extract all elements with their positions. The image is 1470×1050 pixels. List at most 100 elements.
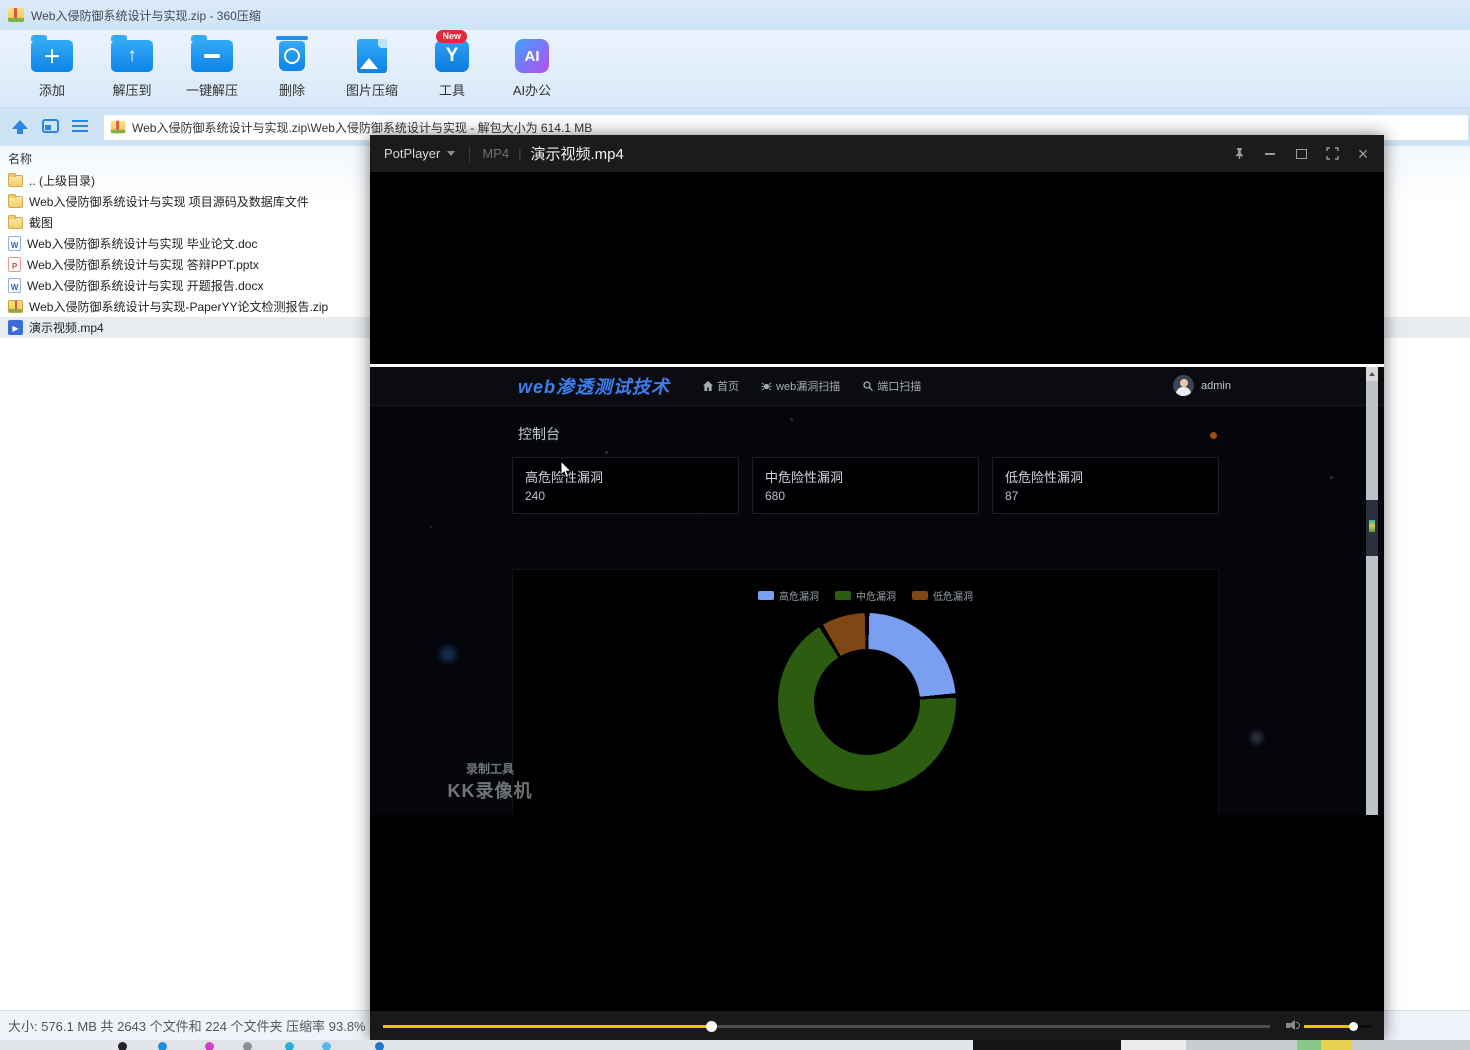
- divider: |: [518, 146, 522, 161]
- legend-item-high[interactable]: 高危漏洞: [758, 588, 819, 603]
- taskbar-icon: [243, 1042, 252, 1050]
- ppt-icon: [8, 257, 21, 272]
- fullscreen-button[interactable]: [1321, 143, 1343, 165]
- add-button[interactable]: 添加: [12, 30, 92, 107]
- zip-archive-icon: [8, 8, 24, 22]
- fullscreen-icon: [1325, 147, 1339, 160]
- webpage-scrollbar[interactable]: [1366, 367, 1378, 815]
- legend-swatch: [835, 591, 851, 600]
- ai-office-button[interactable]: AI办公: [492, 30, 572, 107]
- volume-thumb[interactable]: [1348, 1021, 1358, 1031]
- ambient-dot: [1250, 731, 1263, 744]
- close-button[interactable]: [1352, 143, 1374, 165]
- ambient-dot: [430, 526, 432, 528]
- seek-thumb[interactable]: [706, 1020, 718, 1032]
- ai-icon: [515, 39, 549, 73]
- folder-icon: [8, 172, 23, 187]
- pin-button[interactable]: [1228, 143, 1250, 165]
- scrollbar-thumb[interactable]: [1366, 500, 1378, 556]
- minimize-icon: [1265, 152, 1275, 155]
- trash-icon: [276, 36, 308, 71]
- status-text: 大小: 576.1 MB 共 2643 个文件和 224 个文件夹 压缩率 93…: [8, 1019, 396, 1034]
- ambient-dot: [1330, 476, 1333, 479]
- pin-icon: [1235, 148, 1243, 159]
- nav-item-web-vuln-scan[interactable]: web漏洞扫描: [761, 378, 840, 394]
- vulnerability-chart-panel: 高危漏洞 中危漏洞 低危漏洞: [512, 569, 1219, 815]
- donut-chart[interactable]: [778, 613, 956, 791]
- folder-up-icon: [111, 35, 153, 72]
- maximize-button[interactable]: [1290, 143, 1312, 165]
- up-directory-button[interactable]: [12, 119, 30, 135]
- format-badge: MP4: [482, 146, 510, 161]
- card-value: 680: [765, 489, 786, 503]
- image-document-icon: [357, 39, 387, 73]
- dashboard: 控制台 高危险性漏洞 240 中危险性漏洞 680 低危险性漏洞 87 高危漏洞…: [370, 406, 1384, 815]
- player-menu-button[interactable]: PotPlayer: [384, 146, 440, 161]
- one-click-extract-button[interactable]: 一键解压: [172, 30, 252, 107]
- seek-bar[interactable]: [383, 1020, 1270, 1032]
- nav-item-port-scan[interactable]: 端口扫描: [862, 378, 921, 394]
- home-icon: [702, 381, 713, 392]
- delete-button[interactable]: 删除: [252, 30, 332, 107]
- card-mid-risk: 中危险性漏洞 680: [752, 457, 979, 514]
- minimize-button[interactable]: [1259, 143, 1281, 165]
- mp4-file-icon: [8, 320, 23, 335]
- media-title: 演示视频.mp4: [530, 146, 624, 163]
- ambient-dot: [1210, 432, 1217, 439]
- scroll-up-button[interactable]: [1366, 367, 1378, 381]
- search-icon: [862, 381, 873, 392]
- chevron-down-icon: [447, 151, 456, 156]
- word-doc-icon: [8, 236, 21, 251]
- mouse-cursor: [560, 459, 574, 485]
- pane-icon: [42, 119, 59, 133]
- user-menu[interactable]: admin: [1173, 375, 1231, 396]
- volume-icon[interactable]: [1286, 1019, 1300, 1032]
- card-high-risk: 高危险性漏洞 240: [512, 457, 739, 514]
- column-header-name[interactable]: 名称: [8, 150, 32, 167]
- legend-item-low[interactable]: 低危漏洞: [912, 588, 973, 603]
- folder-extract-icon: [191, 35, 233, 72]
- zip-file-icon: [8, 300, 23, 313]
- ambient-dot: [605, 451, 608, 454]
- ambient-dot: [440, 646, 456, 662]
- chart-legend: 高危漏洞 中危漏洞 低危漏洞: [513, 588, 1218, 603]
- divider: [469, 145, 471, 162]
- folder-icon: [8, 193, 23, 208]
- legend-item-mid[interactable]: 中危漏洞: [835, 588, 896, 603]
- player-titlebar[interactable]: PotPlayer MP4 | 演示视频.mp4: [370, 135, 1384, 172]
- taskbar-icon: [375, 1042, 384, 1050]
- new-badge: New: [436, 30, 467, 43]
- card-low-risk: 低危险性漏洞 87: [992, 457, 1219, 514]
- image-compress-button[interactable]: 图片压缩: [332, 30, 412, 107]
- taskbar-icon: [205, 1042, 214, 1050]
- taskbar-icon: [285, 1042, 294, 1050]
- player-window-controls: [1228, 135, 1374, 172]
- taskbar-segment: [1121, 1040, 1186, 1050]
- video-display-area[interactable]: web渗透测试技术 首页 web漏洞扫描 端口扫描 admin 控制台 高危险性…: [370, 172, 1384, 1010]
- address-path: Web入侵防御系统设计与实现.zip\Web入侵防御系统设计与实现 - 解包大小…: [132, 120, 593, 135]
- taskbar-icon: [158, 1042, 167, 1050]
- taskbar-sliver[interactable]: [0, 1040, 1470, 1050]
- word-doc-icon: [8, 278, 21, 293]
- list-icon: [72, 119, 88, 132]
- volume-bar[interactable]: [1304, 1021, 1372, 1031]
- extract-to-button[interactable]: 解压到: [92, 30, 172, 107]
- taskbar-icon: [322, 1042, 331, 1050]
- site-logo[interactable]: web渗透测试技术: [518, 373, 670, 399]
- tools-button[interactable]: New 工具: [412, 30, 492, 107]
- maximize-icon: [1295, 148, 1307, 159]
- avatar: [1173, 375, 1194, 396]
- preview-pane-button[interactable]: [42, 119, 60, 135]
- player-control-bar: [370, 1010, 1384, 1040]
- nav-item-home[interactable]: 首页: [702, 378, 739, 394]
- volume-progress: [1304, 1024, 1353, 1028]
- folder-plus-icon: [31, 35, 73, 72]
- up-arrow-icon: [12, 120, 28, 134]
- folder-icon: [8, 214, 23, 229]
- list-view-button[interactable]: [72, 119, 90, 135]
- taskbar-segment: [1297, 1040, 1321, 1050]
- tools-cube-icon: [435, 40, 469, 72]
- page-title: 控制台: [518, 426, 560, 442]
- card-value: 87: [1005, 489, 1019, 503]
- webpage-capture: web渗透测试技术 首页 web漏洞扫描 端口扫描 admin 控制台 高危险性…: [370, 367, 1384, 815]
